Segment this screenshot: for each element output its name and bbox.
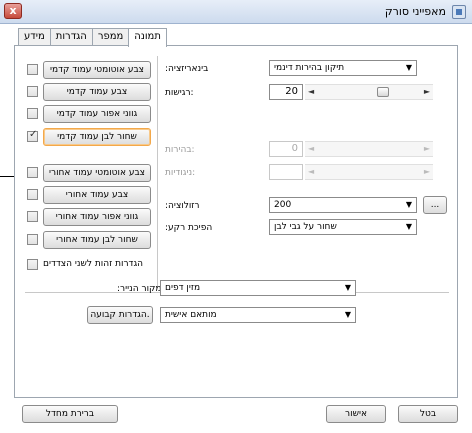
brightness-label: בהירות: [165, 145, 195, 155]
rear-gray-button[interactable]: גווני אפור עמוד אחורי [43, 208, 151, 226]
close-button[interactable]: x [4, 3, 22, 19]
tab-settings[interactable]: הגדרות [49, 28, 93, 46]
front-auto-color-checkbox[interactable] [27, 64, 38, 75]
window-title: מאפייני סורק [384, 5, 446, 18]
rear-auto-color-checkbox[interactable] [27, 167, 38, 178]
arrow-left-icon[interactable]: ◄ [308, 87, 314, 96]
sensitivity-slider[interactable]: 20 ◄ ► [269, 84, 437, 100]
resolution-label: :רזולוציה [165, 201, 200, 211]
rear-bw-checkbox[interactable] [27, 234, 38, 245]
custom-value: מותאם אישית [165, 310, 217, 320]
binarization-label: :בינאריזציה [165, 64, 209, 74]
brightness-track: ◄ ► [305, 141, 433, 157]
binarization-value: תיקון בהירות דינמי [274, 63, 345, 73]
arrow-right-icon: ► [423, 144, 430, 153]
custom-select[interactable]: מותאם אישית ▼ [160, 307, 356, 323]
contrast-label: ניגודיות: [165, 168, 196, 178]
front-color-checkbox[interactable] [27, 86, 38, 97]
dropdown-arrow-icon: ▼ [405, 222, 412, 231]
rear-color-checkbox[interactable] [27, 189, 38, 200]
same-settings-label: הגדרות זהות לשני הצדדים [43, 259, 144, 269]
front-gray-checkbox[interactable] [27, 108, 38, 119]
contrast-track: ◄ ► [305, 164, 433, 180]
title-bar: x מאפייני סורק [0, 0, 472, 24]
paper-source-value: מזין דפים [165, 283, 201, 293]
scanner-icon [452, 5, 466, 19]
cancel-button[interactable]: בטל [398, 405, 458, 423]
image-tab-panel: צבע אוטומטי עמוד קדמי צבע עמוד קדמי גוונ… [14, 45, 458, 398]
dropdown-arrow-icon: ▼ [405, 63, 412, 72]
rear-color-button[interactable]: צבע עמוד אחורי [43, 186, 151, 204]
tab-image[interactable]: תמונה [128, 28, 167, 47]
arrow-right-icon[interactable]: ► [424, 87, 430, 96]
dropdown-arrow-icon: ▼ [405, 200, 412, 209]
arrow-left-icon: ◄ [308, 167, 315, 176]
front-bw-checkbox[interactable] [27, 129, 38, 142]
dropdown-arrow-icon: ▼ [344, 283, 351, 292]
resolution-select[interactable]: 200 ▼ [269, 197, 417, 213]
rear-gray-checkbox[interactable] [27, 211, 38, 222]
paper-source-label: :מקור הנייר [117, 284, 162, 294]
same-settings-checkbox[interactable] [27, 259, 38, 270]
sensitivity-track[interactable]: ◄ ► [305, 84, 433, 100]
brightness-slider: 0 ◄ ► [269, 141, 437, 157]
rear-auto-color-button[interactable]: צבע אוטומטי עמוד אחורי [43, 164, 151, 182]
rear-bw-button[interactable]: שחור לבן עמוד אחורי [43, 231, 151, 249]
front-gray-button[interactable]: גווני אפור עמוד קדמי [43, 105, 151, 123]
front-bw-button[interactable]: שחור לבן עמוד קדמי [43, 128, 151, 146]
resolution-value: 200 [274, 200, 292, 210]
contrast-slider: ◄ ► [269, 164, 437, 180]
fixed-settings-button[interactable]: הגדרות קבועה. [87, 306, 153, 324]
paper-source-select[interactable]: מזין דפים ▼ [160, 280, 356, 296]
front-color-button[interactable]: צבע עמוד קדמי [43, 83, 151, 101]
ok-button[interactable]: אישור [326, 405, 386, 423]
dropdown-arrow-icon: ▼ [344, 310, 351, 319]
sensitivity-label: רגישות: [165, 88, 194, 98]
sensitivity-thumb[interactable] [377, 87, 389, 97]
brightness-value: 0 [269, 141, 303, 157]
tab-compression[interactable]: ממפר [91, 28, 130, 46]
tab-strip: מידע הגדרות ממפר תמונה [18, 28, 167, 47]
sensitivity-value[interactable]: 20 [269, 84, 303, 100]
arrow-left-icon: ◄ [308, 144, 315, 153]
contrast-value [269, 164, 303, 180]
invert-value: שחור על גבי לבן [274, 222, 337, 232]
invert-select[interactable]: שחור על גבי לבן ▼ [269, 219, 417, 235]
front-auto-color-button[interactable]: צבע אוטומטי עמוד קדמי [43, 61, 151, 79]
binarization-select[interactable]: תיקון בהירות דינמי ▼ [269, 60, 417, 76]
arrow-right-icon: ► [423, 167, 430, 176]
column-divider [157, 56, 158, 288]
default-button[interactable]: ברירת מחדל [22, 405, 118, 423]
tab-info[interactable]: מידע [18, 28, 51, 46]
invert-label: :הפיכת רקע [165, 223, 213, 233]
resolution-more-button[interactable]: ... [423, 196, 447, 214]
